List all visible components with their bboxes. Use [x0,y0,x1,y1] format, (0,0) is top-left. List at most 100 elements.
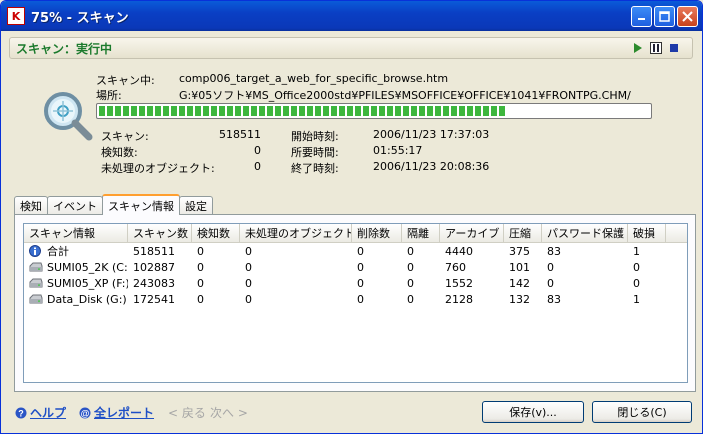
scanned-value: 518511 [219,128,261,141]
progress-segment [411,106,417,116]
cell-corrupted: 1 [628,293,666,306]
scanning-label: スキャン中: [96,74,155,87]
cell-archive: 760 [440,261,504,274]
cell-unprocessed: 0 [240,277,352,290]
progress-segment [427,106,433,116]
cell-text: 0 [245,244,252,258]
tab-detection[interactable]: 検知 [14,196,48,214]
col-header-quarantine[interactable]: 隔離 [402,224,440,242]
cell-text: 101 [509,260,530,274]
help-link[interactable]: ? ヘルプ [15,404,66,421]
cell-text: 0 [245,276,252,290]
progress-segment [139,106,145,116]
cell-text: Data_Disk (G:) [47,292,127,306]
cell-text: 4440 [445,244,473,258]
cell-archive: 2128 [440,293,504,306]
table-body: 合計 518511 0 0 0 0 4440 375 83 1 SUMI05_2K (C:) 1028… [24,243,687,307]
col-header-compressed[interactable]: 圧縮 [504,224,542,242]
progress-segment [315,106,321,116]
table-row[interactable]: SUMI05_XP (F:) 243083 0 0 0 0 1552 142 0 0 [24,275,687,291]
col-header-archive[interactable]: アーカイブ [440,224,504,242]
table-row[interactable]: 合計 518511 0 0 0 0 4440 375 83 1 [24,243,687,259]
title-bar[interactable]: K 75% - スキャン [1,1,702,31]
stop-button[interactable] [668,42,680,54]
cell-deleted: 0 [352,261,402,274]
cell-text: 375 [509,244,530,258]
table-header: スキャン情報 スキャン数 検知数 未処理のオブジェクト 削除数 隔離 アーカイブ… [24,224,687,243]
progress-segment [491,106,497,116]
close-button[interactable]: 閉じる(C) [592,401,692,423]
svg-text:@: @ [81,408,90,418]
col-header-scanned[interactable]: スキャン数 [128,224,192,242]
save-button[interactable]: 保存(v)... [482,401,584,423]
cell-quarantine: 0 [402,261,440,274]
cell-detected: 0 [192,245,240,258]
maximize-icon [659,11,670,22]
col-header-scan-info[interactable]: スキャン情報 [24,224,128,242]
cell-archive: 4440 [440,245,504,258]
progress-segment [211,106,217,116]
maximize-button[interactable] [654,6,675,27]
cell-quarantine: 0 [402,293,440,306]
table-row[interactable]: SUMI05_2K (C:) 102887 0 0 0 0 760 101 0 0 [24,259,687,275]
cell-text: 0 [197,276,204,290]
minimize-button[interactable] [631,6,652,27]
progress-segment [283,106,289,116]
status-bar: スキャン：実行中 [9,37,693,59]
progress-segment [203,106,209,116]
svg-text:?: ? [18,408,24,418]
cell-text: 2128 [445,292,473,306]
full-report-link[interactable]: @ 全レポート [79,404,154,421]
progress-segment [307,106,313,116]
detected-label: 検知数: [101,146,138,159]
play-button[interactable] [632,42,644,54]
cell-text: 0 [407,276,414,290]
table-row[interactable]: Data_Disk (G:) 172541 0 0 0 0 2128 132 83 1 [24,291,687,307]
progress-segment [323,106,329,116]
cell-deleted: 0 [352,277,402,290]
cell-text: 1 [633,244,640,258]
full-report-label: 全レポート [94,406,155,420]
tab-strip: 検知 イベント スキャン情報 設定 [14,194,213,215]
col-header-password-protected[interactable]: パスワード保護 [542,224,628,242]
end-time-value: 2006/11/23 20:08:36 [373,160,490,173]
help-icon: ? [15,407,27,418]
tab-settings[interactable]: 設定 [179,196,213,214]
cell-text: 0 [407,292,414,306]
progress-segment [155,106,161,116]
scan-progress-bar [96,103,652,119]
col-header-corrupted[interactable]: 破損 [628,224,666,242]
tab-scan-info[interactable]: スキャン情報 [102,194,180,215]
progress-segment [251,106,257,116]
col-header-detected[interactable]: 検知数 [192,224,240,242]
scan-status: スキャン：実行中 [16,41,113,56]
cell-text: 0 [357,244,364,258]
end-time-label: 終了時刻: [291,162,339,175]
progress-segment [107,106,113,116]
scan-info-table[interactable]: スキャン情報 スキャン数 検知数 未処理のオブジェクト 削除数 隔離 アーカイブ… [23,223,688,383]
progress-segment [179,106,185,116]
progress-segment [331,106,337,116]
cell-corrupted: 0 [628,277,666,290]
drive-icon [29,262,43,272]
detected-value: 0 [254,144,261,157]
col-header-unprocessed[interactable]: 未処理のオブジェクト [240,224,352,242]
cell-text: 102887 [133,260,175,274]
col-header-deleted[interactable]: 削除数 [352,224,402,242]
tab-events[interactable]: イベント [47,196,103,214]
cell-scan-info: SUMI05_2K (C:) [24,261,128,274]
cell-scanned: 243083 [128,277,192,290]
cell-text: 0 [245,292,252,306]
cell-text: 0 [547,276,554,290]
close-window-button[interactable] [677,6,698,27]
progress-segment [443,106,449,116]
cell-text: 83 [547,292,561,306]
start-time-value: 2006/11/23 17:37:03 [373,128,490,141]
location-path: G:¥05ソフト¥MS_Office2000std¥PFILES¥MSOFFIC… [179,89,631,102]
next-button[interactable]: 次へ > [210,404,248,421]
pause-button[interactable] [650,42,662,54]
cell-text: 0 [547,260,554,274]
progress-segment [147,106,153,116]
back-button[interactable]: < 戻る [168,404,206,421]
cell-quarantine: 0 [402,245,440,258]
